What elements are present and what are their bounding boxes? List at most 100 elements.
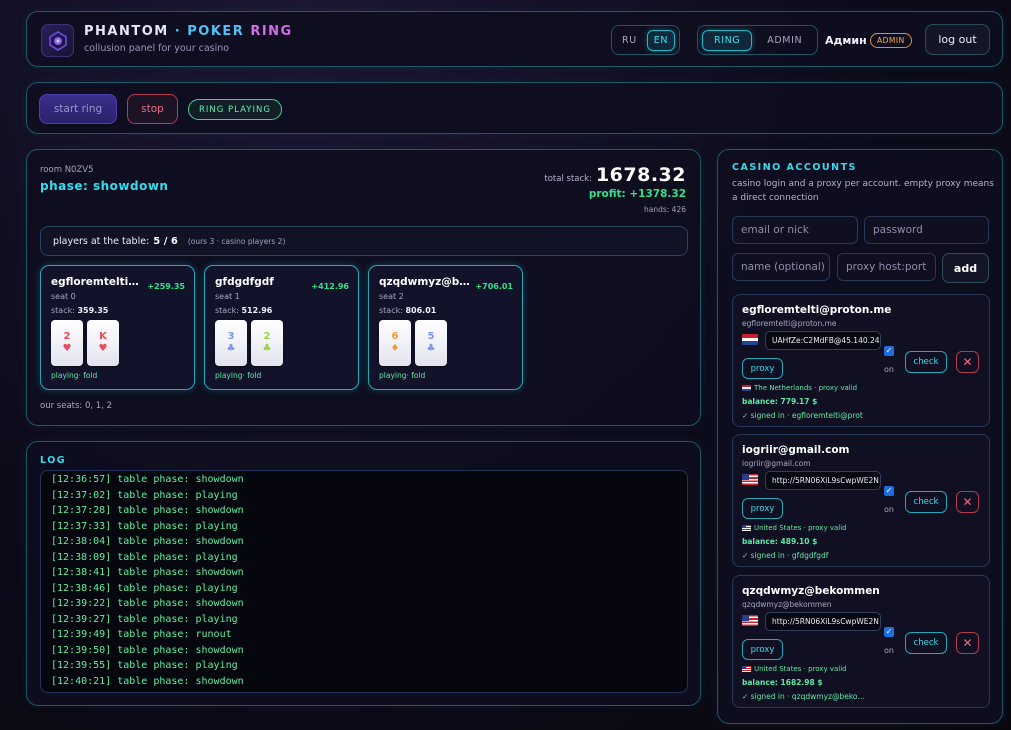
tab-ring[interactable]: RING [702, 29, 753, 51]
playing-card: K ♥ [87, 320, 119, 366]
account-status: ✓ signed in · gfdgdfgdf [742, 551, 829, 560]
total-stack-label: total stack: [544, 174, 592, 184]
log-line: [12:37:33] table phase: playing [51, 520, 238, 532]
log-line: [12:40:21] table phase: showdown [51, 675, 244, 687]
seat-player-name: qzqdwmyz@beko... [379, 276, 474, 288]
status-badge: RING PLAYING [188, 99, 282, 120]
proxy-checkbox[interactable]: ✓ [884, 627, 894, 637]
tab-admin[interactable]: ADMIN [756, 31, 813, 50]
account-name: qzqdwmyz@bekommen [742, 585, 880, 597]
playing-card: 6 ♦ [379, 320, 411, 366]
account-card: iogriir@gmail.com iogriir@gmail.com http… [732, 434, 990, 567]
seat-number: seat 1 [215, 292, 240, 301]
proxy-input[interactable]: http://5RN06XiL9sCwpWE2N [765, 612, 881, 631]
seat-cards: 2 ♥ K ♥ [51, 320, 119, 366]
seat-number: seat 0 [51, 292, 76, 301]
proxy-button[interactable]: proxy [742, 498, 783, 519]
seat-state: playing· fold [51, 371, 98, 380]
account-card: egfloremtelti@proton.me egfloremtelti@pr… [732, 294, 990, 427]
netherlands-flag-icon [742, 334, 758, 345]
log-line: [12:36:57] table phase: showdown [51, 474, 244, 485]
stop-button[interactable]: stop [127, 94, 178, 124]
heart-icon: ♥ [62, 343, 72, 354]
proxy-input[interactable]: UAHfZe:C2MdFB@45.140.249. [765, 331, 881, 350]
language-switch: RU EN [611, 25, 681, 55]
name-field[interactable]: name (optional) [732, 253, 830, 281]
accounts-panel: CASINO ACCOUNTS casino login and a proxy… [717, 149, 1003, 724]
account-status: ✓ signed in · egfloremtelti@prot [742, 411, 863, 420]
total-stack-value: 1678.32 [595, 164, 686, 186]
proxy-on-label: on [884, 365, 894, 374]
seat-stack: stack: 359.35 [51, 306, 109, 315]
check-button[interactable]: check [905, 491, 947, 513]
check-button[interactable]: check [905, 351, 947, 373]
account-balance: balance: 1682.98 $ [742, 678, 823, 687]
club-icon: ♣ [226, 343, 236, 354]
account-balance: balance: 489.10 $ [742, 537, 818, 546]
us-flag-icon [742, 615, 758, 626]
role-badge: ADMIN [870, 33, 912, 48]
email-field[interactable]: email or nick [732, 216, 858, 244]
log-line: [12:39:55] table phase: playing [51, 660, 238, 671]
proxy-on-label: on [884, 505, 894, 514]
proxy-input[interactable]: http://5RN06XiL9sCwpWE2N [765, 471, 881, 490]
add-account-button[interactable]: add [942, 253, 989, 283]
brand-subtitle: collusion panel for your casino [84, 43, 230, 54]
accounts-title: CASINO ACCOUNTS [732, 162, 857, 173]
seat-stack: stack: 806.01 [379, 306, 437, 315]
lang-ru-button[interactable]: RU [616, 31, 643, 50]
delete-account-button[interactable]: ✕ [956, 491, 979, 513]
account-name: iogriir@gmail.com [742, 444, 850, 456]
profit-value: profit: +1378.32 [588, 188, 686, 200]
playing-card: 5 ♣ [415, 320, 447, 366]
logout-button[interactable]: log out [925, 24, 990, 55]
room-id: room N0ZV5 [40, 165, 94, 175]
brand-title: PHANTOM · POKER RING [84, 24, 293, 39]
seat-profit: +706.01 [475, 282, 513, 291]
log-line: [12:37:28] table phase: showdown [51, 505, 244, 516]
proxy-field[interactable]: proxy host:port [837, 253, 936, 281]
us-flag-icon [742, 525, 751, 531]
players-label: players at the table: [53, 235, 150, 247]
seat-player-name: gfdgdfgdf [215, 276, 274, 288]
account-name: egfloremtelti@proton.me [742, 304, 892, 316]
proxy-button[interactable]: proxy [742, 639, 783, 660]
proxy-checkbox[interactable]: ✓ [884, 486, 894, 496]
players-bar: players at the table: 5 / 6 (ours 3 · ca… [40, 226, 688, 256]
log-panel: LOG [12:36:57] table phase: showdown [12… [26, 441, 701, 706]
seat-player-name: egfloremtelti@pr... [51, 276, 146, 288]
us-flag-icon [742, 666, 751, 672]
delete-account-button[interactable]: ✕ [956, 351, 979, 373]
proxy-checkbox[interactable]: ✓ [884, 346, 894, 356]
check-button[interactable]: check [905, 632, 947, 654]
log-line: [12:38:46] table phase: playing [51, 582, 238, 594]
password-field[interactable]: password [864, 216, 989, 244]
start-ring-button[interactable]: start ring [39, 94, 117, 124]
log-line: [12:38:41] table phase: showdown [51, 567, 244, 578]
account-login: qzqdwmyz@bekommen [742, 600, 832, 609]
seat-card: egfloremtelti@pr... +259.35 seat 0 stack… [40, 265, 195, 390]
log-output[interactable]: [12:36:57] table phase: showdown [12:37:… [40, 470, 688, 693]
seat-cards: 6 ♦ 5 ♣ [379, 320, 447, 366]
control-bar: start ring stop RING PLAYING [26, 82, 1003, 134]
seat-stack: stack: 512.96 [215, 306, 273, 315]
log-line: [12:39:22] table phase: showdown [51, 598, 244, 609]
delete-account-button[interactable]: ✕ [956, 632, 979, 654]
account-location: United States · proxy valid [742, 665, 847, 673]
phantom-logo-icon [48, 30, 67, 51]
heart-icon: ♥ [98, 343, 108, 354]
log-line: [12:39:50] table phase: showdown [51, 644, 244, 656]
seat-card: qzqdwmyz@beko... +706.01 seat 2 stack: 8… [368, 265, 523, 390]
account-location: The Netherlands · proxy valid [742, 384, 857, 392]
log-line: [12:39:49] table phase: runout [51, 629, 232, 640]
log-line: [12:38:04] table phase: showdown [51, 536, 244, 547]
seat-profit: +259.35 [147, 282, 185, 291]
proxy-button[interactable]: proxy [742, 358, 783, 379]
our-seats: our seats: 0, 1, 2 [40, 401, 113, 411]
log-title: LOG [40, 455, 67, 466]
mode-switch: RING ADMIN [697, 25, 819, 55]
lang-en-button[interactable]: EN [646, 29, 676, 51]
header-bar: PHANTOM · POKER RING collusion panel for… [26, 11, 1003, 67]
proxy-on-label: on [884, 646, 894, 655]
seat-cards: 3 ♣ 2 ♣ [215, 320, 283, 366]
